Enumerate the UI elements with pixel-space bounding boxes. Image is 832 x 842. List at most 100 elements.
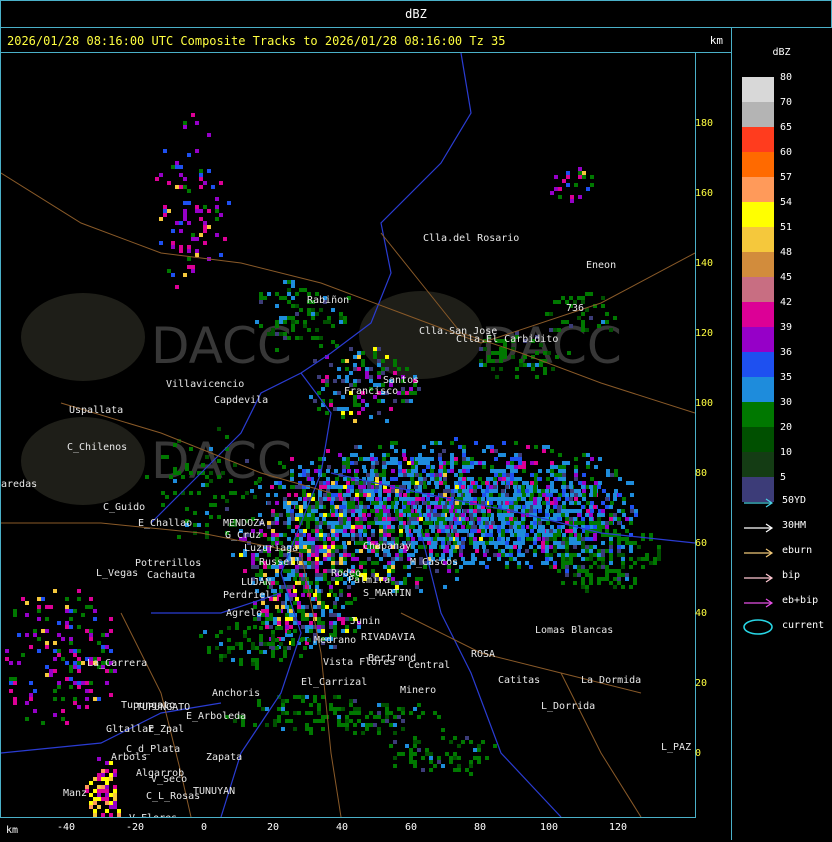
y-tick-label: 20	[695, 678, 708, 689]
legend-swatch	[742, 202, 774, 227]
y-tick-label: 160	[695, 188, 714, 199]
place-label: Luzuriaga	[244, 543, 298, 554]
legend-current-label: current	[782, 620, 825, 631]
x-tick-label: 100	[540, 822, 559, 833]
legend-track-30hm: 30HM	[742, 520, 832, 536]
legend-track-label: eb+bip	[782, 595, 819, 606]
watermark-text: DACC	[151, 317, 292, 375]
legend-track-label: 50YD	[782, 495, 807, 506]
place-label: Clla.El Carbidito	[456, 334, 558, 345]
place-label: S_MARTIN	[363, 588, 411, 599]
legend-track-eb-bip: eb+bip	[742, 595, 832, 611]
legend-swatch	[742, 102, 774, 127]
legend-swatch-label: 10	[780, 447, 793, 458]
place-label: L_Dorrida	[541, 701, 595, 712]
x-tick-label: 20	[267, 822, 280, 833]
legend-swatch-label: 20	[780, 422, 793, 433]
legend-swatch-label: 35	[780, 372, 793, 383]
legend-track-50yd: 50YD	[742, 495, 832, 511]
x-tick-label: 60	[405, 822, 418, 833]
place-label: La_Carrera	[87, 658, 147, 669]
arrow-right-icon	[744, 598, 774, 608]
legend-swatch-label: 36	[780, 347, 793, 358]
x-tick-label: 120	[609, 822, 628, 833]
legend-swatch-label: 65	[780, 122, 793, 133]
x-axis: km -40 -20 0 20 40 60 80 100 120	[0, 817, 730, 841]
radar-map[interactable]: DACC DACC DACC Clla.del Rosario Eneon 736 Rabi…	[0, 52, 696, 818]
legend-panel: dBZ 80 70 65 60 57 54 51 48 45 42 39 36 35 30 20 10 5 50Y…	[731, 27, 831, 840]
place-label: Uspallata	[69, 405, 123, 416]
place-label: Chapanay	[363, 541, 411, 552]
legend-swatch	[742, 277, 774, 302]
place-label: MENDOZA	[223, 518, 265, 529]
legend-swatch	[742, 377, 774, 402]
legend-swatch-label: 45	[780, 272, 793, 283]
place-label: Rabiñon	[307, 295, 349, 306]
place-label: Francisco	[344, 386, 398, 397]
watermark-logo	[21, 417, 145, 505]
y-tick-label: 80	[695, 468, 708, 479]
x-tick-label: 80	[474, 822, 487, 833]
place-label: V_Seco	[151, 774, 187, 785]
legend-swatch	[742, 352, 774, 377]
header-km-label: km	[709, 34, 723, 47]
place-label: Gltallar	[106, 724, 154, 735]
current-ellipse-icon	[743, 619, 773, 635]
y-tick-label: 40	[695, 608, 708, 619]
legend-swatch-label: 57	[780, 172, 793, 183]
x-tick-label: 40	[336, 822, 349, 833]
place-label: LUJAN	[241, 577, 271, 588]
place-label: C_L_Rosas	[146, 791, 200, 802]
arrow-right-icon	[744, 523, 774, 533]
legend-track-label: 30HM	[782, 520, 807, 531]
y-tick-label: 100	[695, 398, 714, 409]
place-label: E_Arboleda	[186, 711, 246, 722]
legend-track-eburn: eburn	[742, 545, 832, 561]
place-label: aredas	[1, 479, 37, 490]
place-label: La Dormida	[581, 675, 641, 686]
legend-title: dBZ	[772, 47, 791, 58]
place-label: Santos	[383, 375, 419, 386]
legend-swatch	[742, 452, 774, 477]
place-label: Perdriel	[223, 590, 271, 601]
legend-swatch	[742, 127, 774, 152]
place-label: ROSA	[471, 649, 495, 660]
place-label: Agrelo	[226, 608, 262, 619]
place-label: Bertrand	[368, 653, 416, 664]
legend-swatch-label: 60	[780, 147, 793, 158]
window-title: dBZ	[405, 7, 427, 21]
legend-swatch	[742, 302, 774, 327]
place-label: Cachauta	[147, 570, 195, 581]
place-label: E_Challao	[138, 518, 192, 529]
y-tick-label: 60	[695, 538, 708, 549]
place-label: C_Chilenos	[67, 442, 127, 453]
place-label: Minero	[400, 685, 436, 696]
place-label: Lomas Blancas	[535, 625, 613, 636]
legend-swatch-label: 51	[780, 222, 793, 233]
y-tick-label: 120	[695, 328, 714, 339]
legend-swatch	[742, 252, 774, 277]
radar-map-canvas: DACCDACCDACCClla.del RosarioEneon736Rabi…	[1, 53, 695, 817]
watermark-logo	[21, 293, 145, 381]
place-label: Clla.del Rosario	[423, 233, 519, 244]
place-label: M_Cascos	[410, 557, 458, 568]
place-label: C_Guido	[103, 502, 145, 513]
road-line	[560, 672, 642, 817]
place-label: Russell	[259, 557, 301, 568]
legend-swatch	[742, 177, 774, 202]
arrow-right-icon	[744, 548, 774, 558]
x-tick-label: -20	[126, 822, 145, 833]
legend-swatch	[742, 402, 774, 427]
x-tick-label: 0	[201, 822, 208, 833]
place-label: L_PAZ	[661, 742, 691, 753]
place-label: Capdevila	[214, 395, 268, 406]
legend-track-label: eburn	[782, 545, 813, 556]
place-label: E_Zpal	[148, 724, 184, 735]
y-tick-label: 0	[695, 748, 702, 759]
watermark-text: DACC	[151, 432, 292, 490]
place-label: Medrano	[314, 635, 356, 646]
window-title-bar: dBZ	[0, 0, 832, 28]
legend-swatch-label: 42	[780, 297, 793, 308]
place-label: Eneon	[586, 260, 616, 271]
arrow-right-icon	[744, 498, 774, 508]
